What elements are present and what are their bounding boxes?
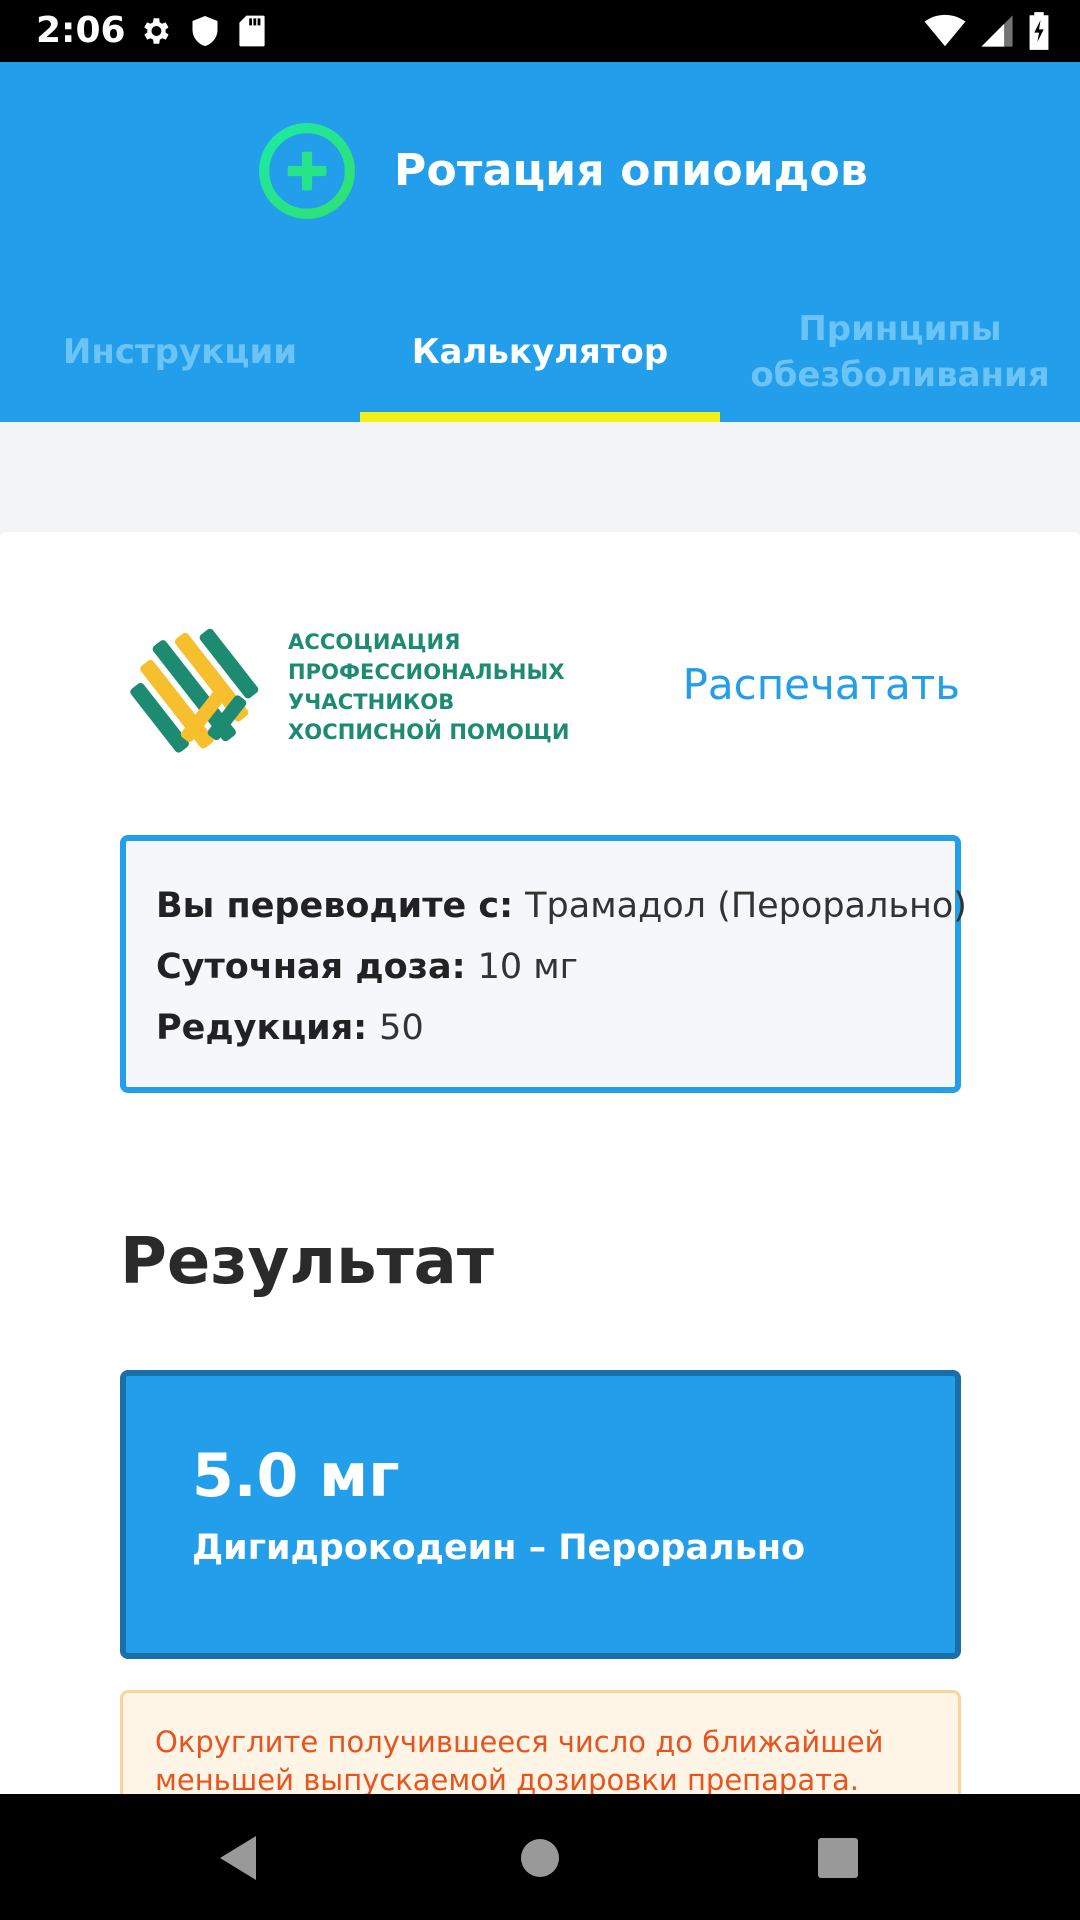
result-drug: Дигидрокодеин – Перорально [192, 1528, 806, 1568]
app-header: Ротация опиоидов Инструкции Калькулятор … [0, 62, 1080, 422]
reduction-label: Редукция: [156, 1008, 368, 1048]
organization-name-line: АССОЦИАЦИЯ [288, 630, 461, 654]
tab-instructions[interactable]: Инструкции [0, 282, 360, 422]
settings-icon [144, 18, 169, 44]
reduction-value: 50 [379, 1008, 424, 1048]
daily-dose-value: 10 мг [477, 947, 579, 987]
organization-name-line: ПРОФЕССИОНАЛЬНЫХ [288, 660, 565, 684]
tab-bar: Инструкции Калькулятор Принципы обезболи… [0, 282, 1080, 422]
brand: Ротация опиоидов [256, 120, 868, 222]
recents-button[interactable] [806, 1826, 870, 1890]
daily-dose-label: Суточная доза: [156, 947, 466, 987]
tab-label: Принципы обезболивания [750, 309, 1050, 395]
tab-label: Инструкции [62, 332, 298, 372]
main-content: АССОЦИАЦИЯ ПРОФЕССИОНАЛЬНЫХ УЧАСТНИКОВ Х… [0, 532, 1080, 1794]
result-dose: 5.0 мг [192, 1441, 400, 1511]
home-icon [521, 1839, 559, 1877]
result-card: 5.0 мг Дигидрокодеин – Перорально [120, 1370, 961, 1659]
organization-logo: АССОЦИАЦИЯ ПРОФЕССИОНАЛЬНЫХ УЧАСТНИКОВ Х… [130, 607, 570, 767]
app-title: Ротация опиоидов [394, 145, 869, 196]
conversion-from-value: Трамадол (Перорально) [525, 886, 967, 926]
status-icons-left [138, 12, 266, 50]
system-nav-bar [0, 1794, 1080, 1920]
tab-label: Калькулятор [411, 332, 669, 372]
conversion-from-label: Вы переводите с: [156, 886, 514, 926]
warning-text: Округлите получившееся число до ближайше… [155, 1725, 884, 1794]
status-bar: 2:06 [0, 0, 1080, 62]
recents-icon [818, 1838, 858, 1878]
organization-emblem-icon [130, 628, 259, 753]
home-button[interactable] [508, 1826, 572, 1890]
tab-active-indicator [360, 412, 720, 422]
plus-circle-icon [259, 123, 355, 219]
wifi-icon [924, 14, 966, 47]
reduction-row: Редукция: 50 [156, 998, 955, 1059]
status-icons-right [924, 12, 1050, 50]
tab-calculator[interactable]: Калькулятор [360, 282, 720, 422]
signal-icon [981, 15, 1013, 47]
tab-pain-principles[interactable]: Принципы обезболивания [720, 282, 1080, 422]
back-button[interactable] [206, 1826, 270, 1890]
battery-icon [1029, 12, 1049, 50]
status-time: 2:06 [36, 10, 126, 51]
sd-card-icon [239, 15, 265, 47]
rounding-warning: Округлите получившееся число до ближайше… [120, 1690, 961, 1794]
organization-name-line: ХОСПИСНОЙ ПОМОЩИ [288, 720, 570, 744]
conversion-summary: Вы переводите с: Трамадол (Перорально) Су… [120, 835, 967, 1093]
organization-name-line: УЧАСТНИКОВ [288, 690, 455, 714]
conversion-from-row: Вы переводите с: Трамадол (Перорально) [156, 876, 967, 937]
organization-name: АССОЦИАЦИЯ ПРОФЕССИОНАЛЬНЫХ УЧАСТНИКОВ Х… [288, 627, 570, 747]
shield-icon [192, 16, 218, 46]
back-icon [220, 1836, 256, 1880]
print-button[interactable]: Распечатать [683, 658, 960, 712]
daily-dose-row: Суточная доза: 10 мг [156, 937, 955, 998]
result-heading: Результат [120, 1225, 494, 1299]
